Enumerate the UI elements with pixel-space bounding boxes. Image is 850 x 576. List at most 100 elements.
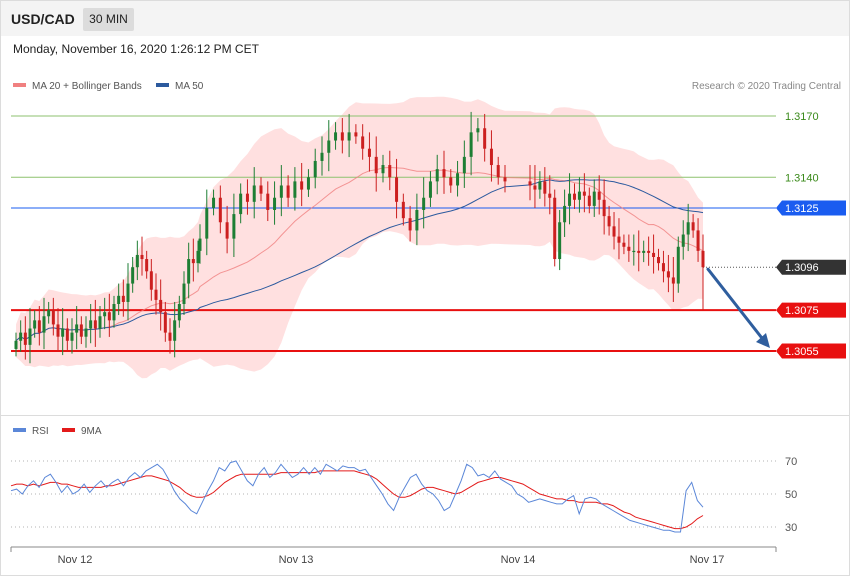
candle-body <box>42 316 46 333</box>
candle-body <box>313 160 317 178</box>
candle-body <box>528 181 532 186</box>
candle-body <box>212 197 216 208</box>
candle-body <box>597 191 601 200</box>
candle-body <box>177 304 181 321</box>
candle-body <box>70 332 74 341</box>
candle-body <box>163 312 167 333</box>
candle-body <box>395 177 399 202</box>
candle-body <box>286 185 290 198</box>
candle-body <box>89 320 93 329</box>
candle-body <box>388 165 392 178</box>
level-label-1.3055: 1.3055 <box>785 346 819 358</box>
candle-body <box>587 195 591 206</box>
candle-body <box>533 185 537 190</box>
candle-body <box>661 263 665 272</box>
candle-body <box>647 250 651 253</box>
candle-body <box>112 304 116 321</box>
candle-body <box>225 222 229 239</box>
x-tick-label: Nov 13 <box>279 554 314 566</box>
candle-body <box>61 328 65 337</box>
bollinger-band <box>16 96 703 379</box>
candle-body <box>65 328 69 341</box>
rsi-ma-line <box>10 470 704 530</box>
candle-body <box>449 177 453 186</box>
candle-body <box>681 234 685 247</box>
candle-body <box>548 193 552 198</box>
candle-body <box>266 193 270 210</box>
candle-body <box>696 230 700 251</box>
candle-body <box>103 312 107 317</box>
candle-body <box>617 236 621 243</box>
candle-body <box>627 246 631 251</box>
candle-body <box>602 199 606 217</box>
candle-body <box>422 197 426 210</box>
candle-body <box>483 128 487 149</box>
level-label-1.3075: 1.3075 <box>785 305 819 317</box>
candle-body <box>23 332 27 345</box>
candle-body <box>612 226 616 237</box>
level-label-1.3170: 1.3170 <box>785 111 819 123</box>
candle-body <box>232 214 236 239</box>
candle-body <box>196 250 200 264</box>
candle-body <box>652 252 656 257</box>
candle-body <box>239 193 243 215</box>
level-label-1.3125: 1.3125 <box>785 203 819 215</box>
candle-body <box>37 320 41 333</box>
price-chart: 1.3170 1.3140 1.3125 1.3096 1.3075 1.3055 70 50… <box>10 96 846 566</box>
candle-body <box>637 250 641 253</box>
candle-body <box>327 140 331 153</box>
candle-body <box>187 259 191 284</box>
candle-body <box>607 216 611 227</box>
candle-body <box>293 181 297 198</box>
candle-body <box>205 207 209 239</box>
candle-body <box>408 218 412 231</box>
candle-body <box>154 289 158 300</box>
level-label-1.3096: 1.3096 <box>785 262 819 274</box>
candle-body <box>340 132 344 141</box>
candle-body <box>496 165 500 178</box>
candle-body <box>401 201 405 219</box>
candle-body <box>306 177 310 190</box>
candle-body <box>676 246 680 284</box>
x-tick-label: Nov 17 <box>690 554 725 566</box>
candle-body <box>28 328 32 345</box>
candle-body <box>622 242 626 247</box>
candle-body <box>442 169 446 178</box>
candle-body <box>121 295 125 302</box>
candle-body <box>701 250 705 268</box>
candle-body <box>543 181 547 194</box>
rsi-tick-50: 50 <box>785 489 797 501</box>
candle-body <box>159 299 163 313</box>
candle-body <box>691 222 695 231</box>
candle-body <box>671 277 675 284</box>
candle-body <box>320 152 324 161</box>
candle-body <box>642 250 646 253</box>
candle-body <box>79 324 83 337</box>
candle-body <box>135 254 139 268</box>
candle-body <box>462 156 466 174</box>
candle-body <box>149 271 153 290</box>
candle-body <box>572 193 576 200</box>
candle-body <box>131 267 135 284</box>
candle-body <box>273 197 277 210</box>
candle-body <box>367 148 371 157</box>
candle-body <box>592 191 596 206</box>
candle-body <box>145 259 149 272</box>
candle-body <box>666 271 670 278</box>
candle-body <box>300 181 304 190</box>
x-tick-label: Nov 14 <box>501 554 536 566</box>
candle-body <box>415 210 419 231</box>
candle-body <box>259 185 263 194</box>
candle-body <box>93 320 97 329</box>
candle-body <box>563 205 567 223</box>
candle-body <box>657 257 661 264</box>
candle-body <box>107 312 111 321</box>
candle-body <box>489 148 493 166</box>
x-tick-label: Nov 12 <box>58 554 93 566</box>
candle-body <box>33 320 37 329</box>
candle-body <box>577 191 581 200</box>
candle-body <box>51 310 55 325</box>
candle-body <box>252 185 256 202</box>
candle-body <box>435 169 439 182</box>
candle-body <box>553 197 557 260</box>
